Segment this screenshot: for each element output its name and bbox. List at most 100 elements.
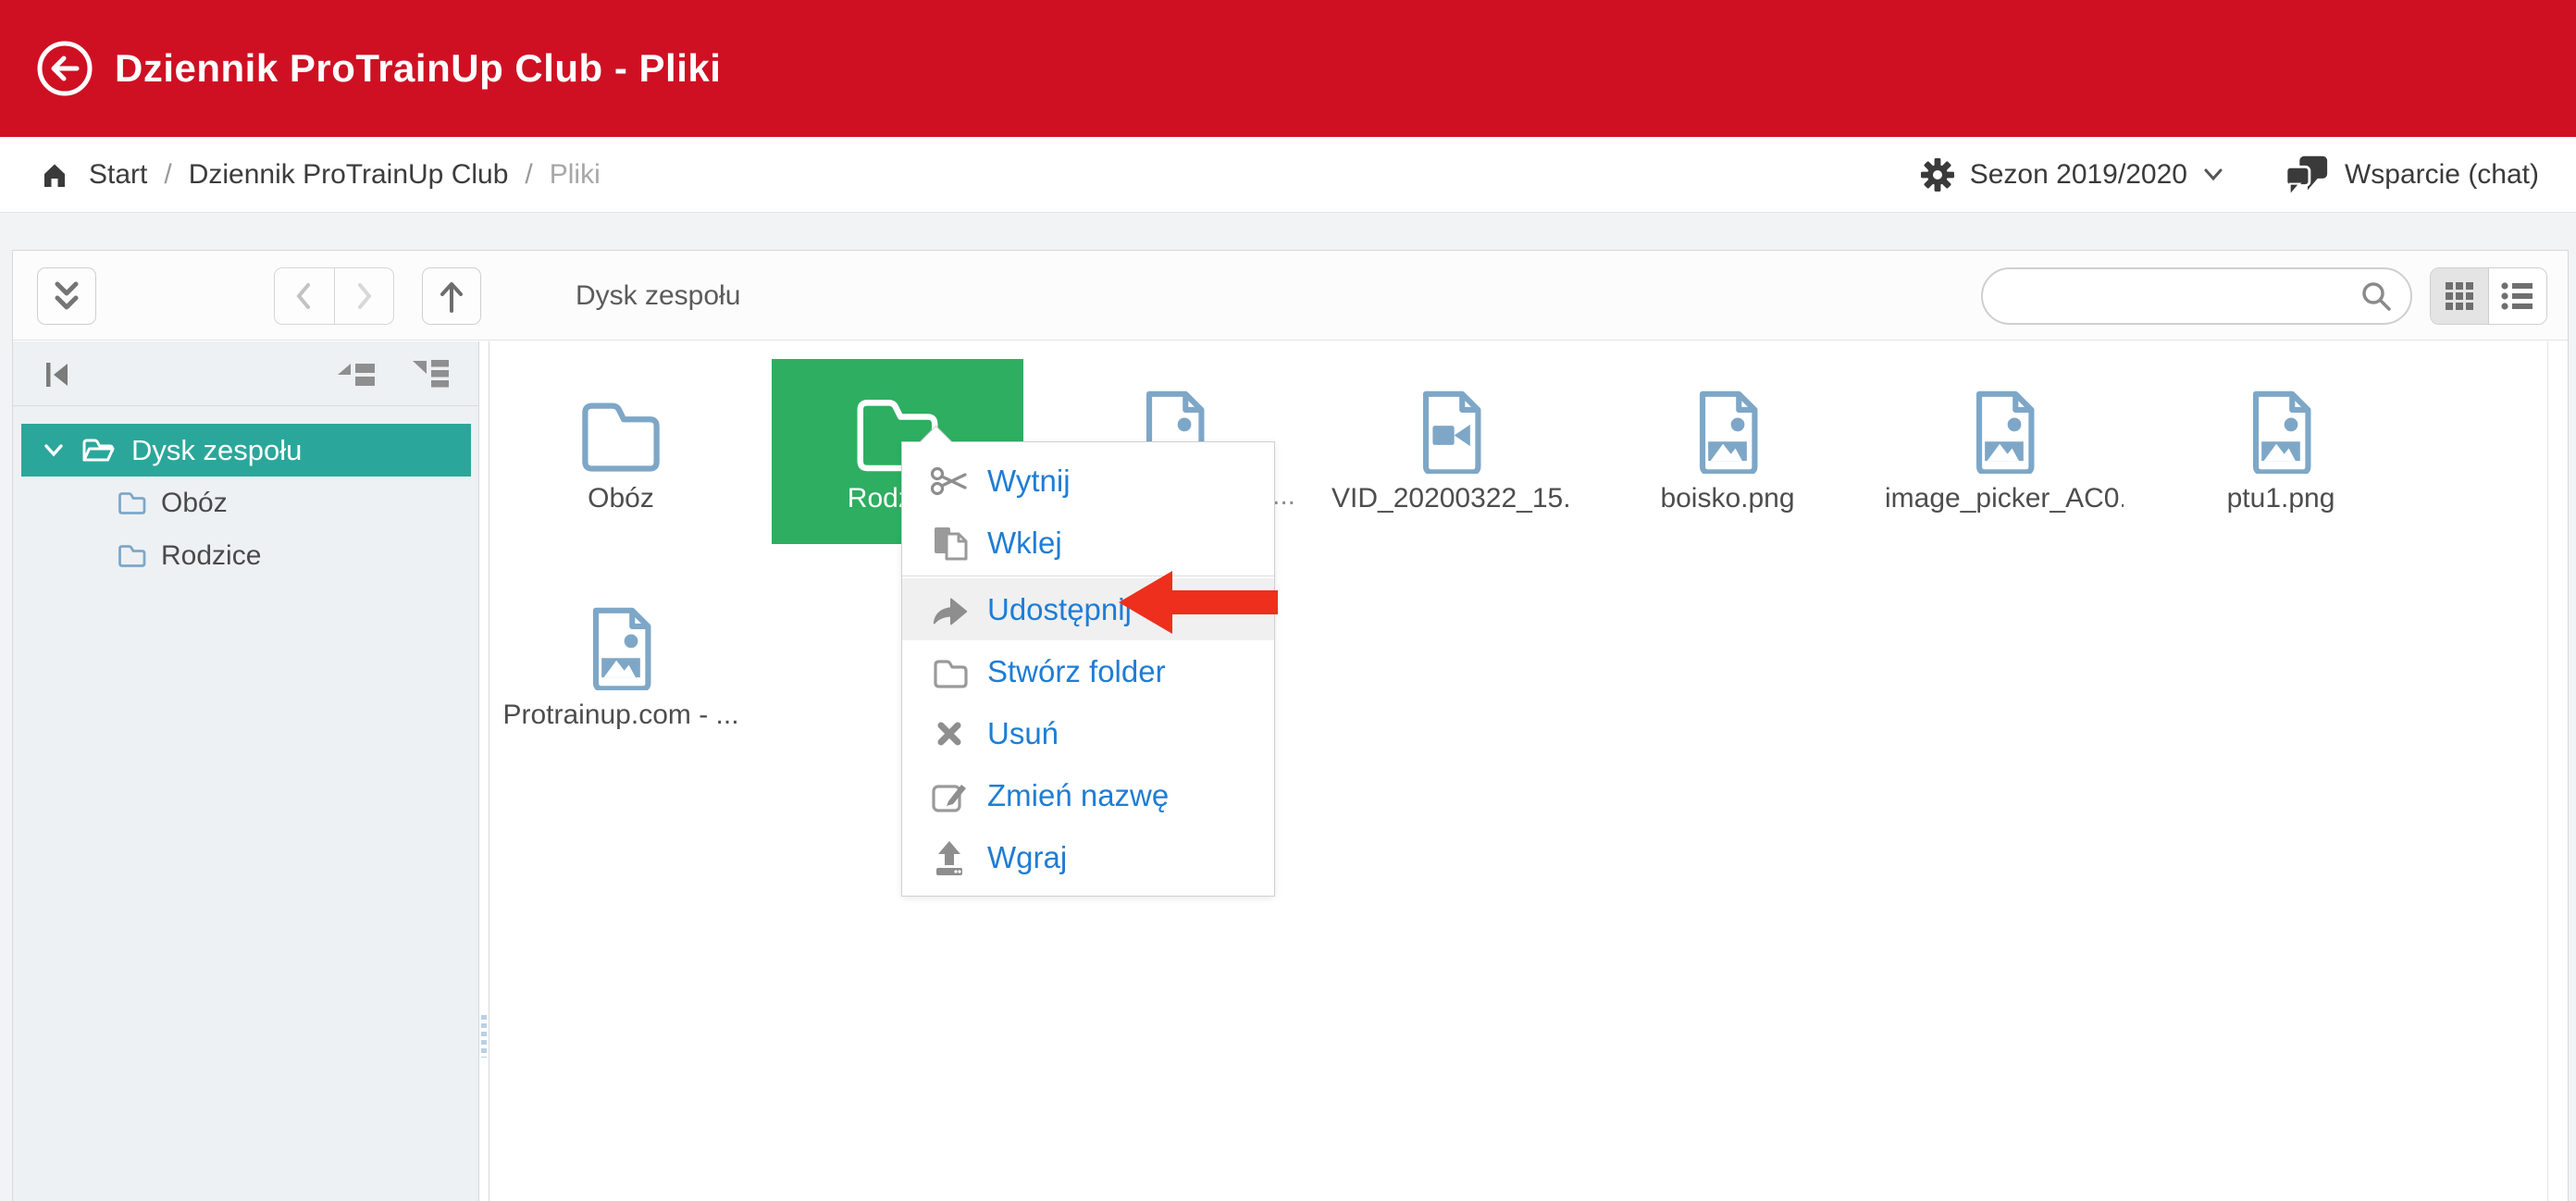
create-folder-icon: [929, 653, 970, 690]
collapse-panel-button[interactable]: [37, 267, 96, 325]
image-file-icon: [1692, 387, 1763, 474]
back-button[interactable]: [275, 268, 335, 324]
collapse-tree-icon[interactable]: [335, 356, 378, 391]
menu-item-upload[interactable]: Wgraj: [902, 826, 1274, 888]
file-manager-content: Dysk zespołu Obóz Rodzice: [13, 341, 2568, 1201]
file-tile-video[interactable]: VID_20200322_15...: [1325, 359, 1577, 544]
scrollbar-gutter: [2547, 341, 2568, 1201]
video-file-icon: [1416, 387, 1486, 474]
forward-button[interactable]: [335, 268, 394, 324]
chevron-down-icon: [41, 441, 67, 460]
back-icon[interactable]: [35, 39, 94, 98]
grid-view-icon: [2442, 279, 2477, 314]
image-file-icon: [586, 603, 656, 690]
file-tile-image[interactable]: ptu1.png: [2155, 359, 2407, 544]
menu-item-rename[interactable]: Zmień nazwę: [902, 764, 1274, 826]
file-name: boisko.png: [1660, 483, 1794, 514]
current-location-label: Dysk zespołu: [576, 251, 740, 340]
up-directory-button[interactable]: [422, 267, 481, 325]
arrow-up-icon: [433, 276, 470, 316]
double-chevron-down-icon: [48, 277, 85, 316]
history-nav-group: [274, 267, 394, 325]
chevron-left-icon: [286, 278, 323, 315]
file-tile-image[interactable]: Protrainup.com - ...: [495, 576, 747, 761]
breadcrumb: Start / Dziennik ProTrainUp Club / Pliki: [37, 158, 601, 192]
menu-item-label: Wgraj: [987, 840, 1067, 875]
truncated-name-peek: ...: [1272, 480, 1295, 512]
share-icon: [928, 590, 971, 629]
tree-item-oboz[interactable]: Obóz: [13, 477, 478, 529]
file-tile-folder[interactable]: Obóz: [495, 359, 747, 544]
page-title: Dziennik ProTrainUp Club - Pliki: [115, 46, 721, 91]
list-view-icon: [2499, 279, 2536, 314]
menu-item-create-folder[interactable]: Stwórz folder: [902, 640, 1274, 702]
file-tile-image[interactable]: image_picker_AC0...: [1878, 359, 2130, 544]
tree-item-dysk-zespolu[interactable]: Dysk zespołu: [21, 424, 471, 477]
upload-icon: [929, 836, 970, 879]
season-selector[interactable]: Sezon 2019/2020: [1920, 157, 2224, 192]
cut-icon: [928, 461, 971, 501]
sidebar-resize-gutter: [479, 341, 489, 1201]
menu-item-label: Stwórz folder: [987, 654, 1166, 689]
chevron-down-icon: [2202, 167, 2224, 183]
search-icon[interactable]: [2359, 279, 2394, 314]
menu-item-label: Wklej: [987, 526, 1062, 561]
tree-root-label: Dysk zespołu: [131, 434, 302, 467]
image-file-icon: [1969, 387, 2039, 474]
breadcrumb-start[interactable]: Start: [89, 159, 147, 191]
file-row-2: Protrainup.com - ...: [495, 576, 747, 761]
tree-item-rodzice[interactable]: Rodzice: [13, 529, 478, 582]
breadcrumb-separator: /: [525, 159, 532, 191]
context-menu: Wytnij Wklej Udostępnij: [901, 441, 1275, 897]
rename-icon: [928, 775, 971, 816]
file-name: Obóz: [588, 483, 654, 514]
menu-item-paste[interactable]: Wklej: [902, 512, 1274, 574]
view-toggle: [2430, 267, 2547, 325]
image-file-icon: [2246, 387, 2316, 474]
tree-child-label: Rodzice: [161, 540, 261, 572]
app-header: Dziennik ProTrainUp Club - Pliki: [0, 0, 2576, 137]
menu-item-label: Udostępnij: [987, 592, 1132, 627]
support-chat-button[interactable]: Wsparcie (chat): [2284, 153, 2539, 197]
topbar-right: Sezon 2019/2020 Wsparcie (chat): [1920, 153, 2539, 197]
file-tile-image[interactable]: boisko.png: [1602, 359, 1853, 544]
tree-child-label: Obóz: [161, 488, 228, 519]
chat-icon: [2284, 153, 2330, 197]
folder-icon: [117, 543, 146, 568]
paste-icon: [928, 522, 971, 564]
collapse-sidebar-icon[interactable]: [41, 356, 74, 391]
file-name: VID_20200322_15...: [1331, 483, 1570, 514]
breadcrumb-bar: Start / Dziennik ProTrainUp Club / Pliki: [0, 137, 2576, 213]
season-label: Sezon 2019/2020: [1970, 159, 2187, 191]
menu-item-label: Wytnij: [987, 464, 1071, 499]
folder-tree-sidebar: Dysk zespołu Obóz Rodzice: [13, 341, 479, 1201]
home-icon[interactable]: [37, 158, 72, 192]
menu-item-delete[interactable]: Usuń: [902, 702, 1274, 764]
search-box: [1981, 267, 2412, 325]
menu-item-share[interactable]: Udostępnij: [902, 578, 1274, 640]
delete-icon: [931, 715, 968, 752]
grid-view-button[interactable]: [2431, 268, 2489, 324]
gear-icon: [1920, 157, 1955, 192]
file-row-1: Obóz Rodzice: [495, 359, 2407, 544]
resize-handle[interactable]: [481, 1015, 487, 1058]
open-folder-icon: [80, 436, 117, 465]
file-manager-toolbar: Dysk zespołu: [13, 251, 2568, 340]
file-manager-panel: Dysk zespołu: [12, 250, 2569, 1201]
expand-tree-icon[interactable]: [409, 356, 452, 391]
breadcrumb-separator: /: [164, 159, 171, 191]
search-input[interactable]: [1983, 281, 2359, 311]
file-grid: Obóz Rodzice: [489, 341, 2547, 1201]
folder-icon: [576, 398, 665, 474]
menu-item-cut[interactable]: Wytnij: [902, 450, 1274, 512]
menu-item-label: Usuń: [987, 716, 1059, 751]
file-name: Protrainup.com - ...: [502, 700, 738, 731]
chevron-right-icon: [345, 278, 382, 315]
menu-item-label: Zmień nazwę: [987, 778, 1169, 813]
list-view-button[interactable]: [2489, 268, 2546, 324]
support-label: Wsparcie (chat): [2345, 159, 2539, 191]
breadcrumb-current: Pliki: [550, 159, 601, 191]
file-name: ptu1.png: [2227, 483, 2335, 514]
file-name: image_picker_AC0...: [1885, 483, 2124, 514]
breadcrumb-club[interactable]: Dziennik ProTrainUp Club: [189, 159, 509, 191]
